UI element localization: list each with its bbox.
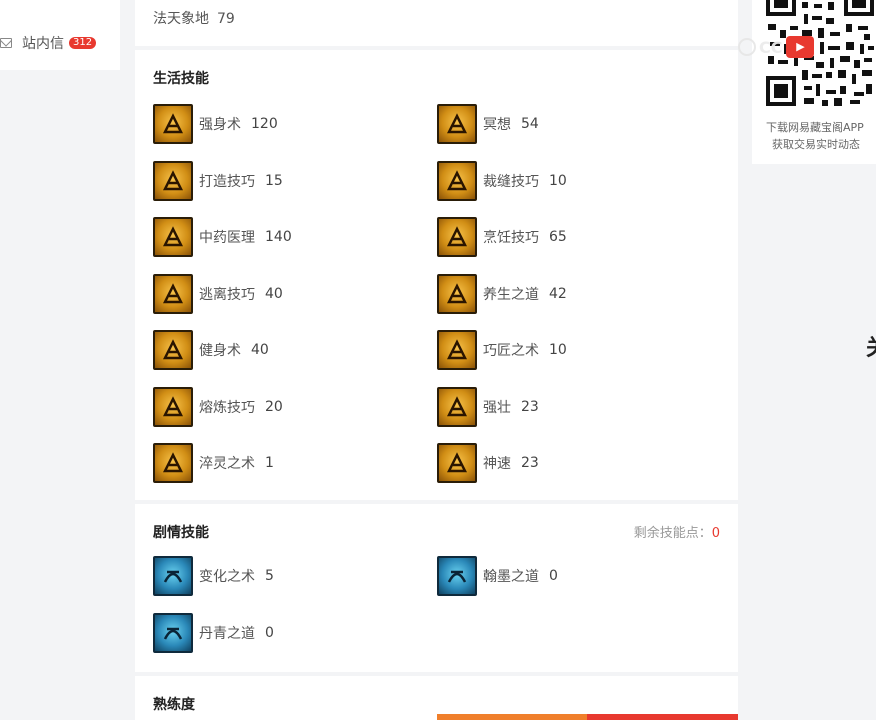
remaining-points-label: 剩余技能点： (633, 526, 712, 541)
proficiency-bar-orange (437, 714, 587, 720)
messages-label: 站内信 (22, 36, 64, 52)
skill-name: 逃离技巧 (199, 286, 255, 303)
skill-name: 强壮 (483, 399, 511, 416)
skill-name: 神速 (483, 456, 511, 472)
cooking-icon (437, 217, 477, 257)
skill-name: 熔炼技巧 (199, 399, 255, 416)
skill-level: 40 (251, 342, 269, 358)
skill-name: 养生之道 (483, 286, 539, 303)
skill-level: 1 (265, 455, 274, 471)
top-skill-level: 79 (217, 11, 235, 27)
skill-level: 42 (549, 285, 567, 302)
messages-count-badge: 312 (69, 37, 97, 49)
skill-name: 丹青之道 (199, 625, 255, 642)
health-keeping-icon (437, 273, 477, 314)
painting-icon (153, 612, 193, 653)
skill-level: 15 (265, 172, 283, 189)
skill-name: 强身术 (199, 117, 241, 133)
qr-caption-line1: 下载网易藏宝阁APP (766, 121, 864, 134)
smelting-icon (153, 386, 193, 427)
life-skill-item[interactable]: 神速 23 (437, 443, 539, 483)
plot-skills-title: 剧情技能 (153, 525, 209, 541)
watermark-badge-icon: ▶ (786, 36, 815, 58)
life-skill-item[interactable]: 冥想 54 (437, 104, 539, 144)
craftsman-icon (437, 330, 477, 370)
watermark-logo: CC ▶ (738, 36, 848, 58)
skill-name: 烹饪技巧 (483, 230, 539, 246)
skill-name: 巧匠之术 (483, 343, 539, 359)
swift-icon (437, 443, 477, 483)
forging-icon (153, 160, 193, 201)
mail-icon (0, 38, 12, 48)
proficiency-bar-red (587, 714, 738, 720)
transform-icon (153, 556, 193, 596)
app-download-panel: 下载网易藏宝阁APP 获取交易实时动态 (752, 0, 876, 164)
strong-icon (437, 386, 477, 427)
skill-level: 120 (251, 116, 278, 132)
skill-level: 40 (265, 285, 283, 302)
life-skill-item[interactable]: 打造技巧 15 (153, 160, 283, 201)
skill-name: 淬灵之术 (199, 456, 255, 472)
watermark-mark: CC (759, 37, 783, 57)
plot-skill-item[interactable]: 变化之术 5 (153, 556, 274, 596)
life-skill-item[interactable]: 巧匠之术 10 (437, 330, 567, 370)
top-skill-card: 法天象地 79 (135, 0, 738, 46)
life-skill-item[interactable]: 熔炼技巧 20 (153, 386, 283, 427)
tailoring-icon (437, 160, 477, 201)
skills-panel: 法天象地 79 生活技能 强身术 120 冥想 54 打造技巧 15 裁缝技巧 10 中药医理 14… (135, 0, 738, 720)
life-skill-item[interactable]: 健身术 40 (153, 330, 269, 370)
plot-skills-section: 剧情技能 剩余技能点：0 变化之术 5 翰墨之道 0 丹青之道 0 (135, 504, 738, 672)
skill-level: 0 (549, 568, 558, 584)
remaining-skill-points: 剩余技能点：0 (634, 522, 720, 541)
life-skills-title: 生活技能 (153, 71, 209, 87)
skill-level: 23 (521, 455, 539, 471)
proficiency-section: 熟练度 (135, 676, 738, 720)
skill-level: 10 (549, 342, 567, 358)
skill-level: 23 (521, 398, 539, 415)
top-skill-name: 法天象地 (153, 11, 209, 27)
fitness-icon (153, 330, 193, 370)
qr-caption: 下载网易藏宝阁APP 获取交易实时动态 (766, 119, 876, 153)
remaining-points-value: 0 (711, 526, 720, 541)
top-skill-row: 法天象地 79 (153, 8, 235, 28)
life-skill-item[interactable]: 逃离技巧 40 (153, 273, 283, 314)
life-skill-item[interactable]: 中药医理 140 (153, 217, 292, 257)
calligraphy-icon (437, 556, 477, 596)
skill-name: 冥想 (483, 117, 511, 133)
skill-name: 打造技巧 (199, 173, 255, 190)
life-skill-item[interactable]: 强身术 120 (153, 104, 278, 144)
life-skills-section: 生活技能 强身术 120 冥想 54 打造技巧 15 裁缝技巧 10 中药医理 140 烹饪技巧 65… (135, 50, 738, 500)
proficiency-title: 熟练度 (153, 697, 195, 713)
left-nav: 站内信 312 (0, 0, 120, 70)
life-skill-item[interactable]: 强壮 23 (437, 386, 539, 427)
skill-name: 翰墨之道 (483, 569, 539, 585)
life-skill-item[interactable]: 养生之道 42 (437, 273, 567, 314)
messages-link[interactable]: 站内信 312 (0, 33, 97, 53)
escape-icon (153, 273, 193, 314)
skill-level: 54 (521, 116, 539, 132)
life-skill-item[interactable]: 烹饪技巧 65 (437, 217, 567, 257)
plot-skill-item[interactable]: 丹青之道 0 (153, 612, 274, 653)
skill-name: 中药医理 (199, 230, 255, 246)
qr-caption-line2: 获取交易实时动态 (772, 138, 860, 151)
meditation-icon (437, 104, 477, 144)
life-skill-item[interactable]: 裁缝技巧 10 (437, 160, 567, 201)
skill-level: 20 (265, 398, 283, 415)
skill-name: 变化之术 (199, 569, 255, 585)
skill-level: 10 (549, 172, 567, 189)
life-skill-item[interactable]: 淬灵之术 1 (153, 443, 274, 483)
plot-skill-item[interactable]: 翰墨之道 0 (437, 556, 558, 596)
skill-name: 裁缝技巧 (483, 173, 539, 190)
skill-name: 健身术 (199, 343, 241, 359)
strength-icon (153, 104, 193, 144)
skill-level: 140 (265, 229, 292, 245)
skill-level: 65 (549, 229, 567, 245)
quench-spirit-icon (153, 443, 193, 483)
edge-cut-character: 关 (866, 330, 876, 362)
herb-medicine-icon (153, 217, 193, 257)
skill-level: 0 (265, 624, 274, 641)
watermark-ring-icon (738, 38, 756, 56)
skill-level: 5 (265, 568, 274, 584)
